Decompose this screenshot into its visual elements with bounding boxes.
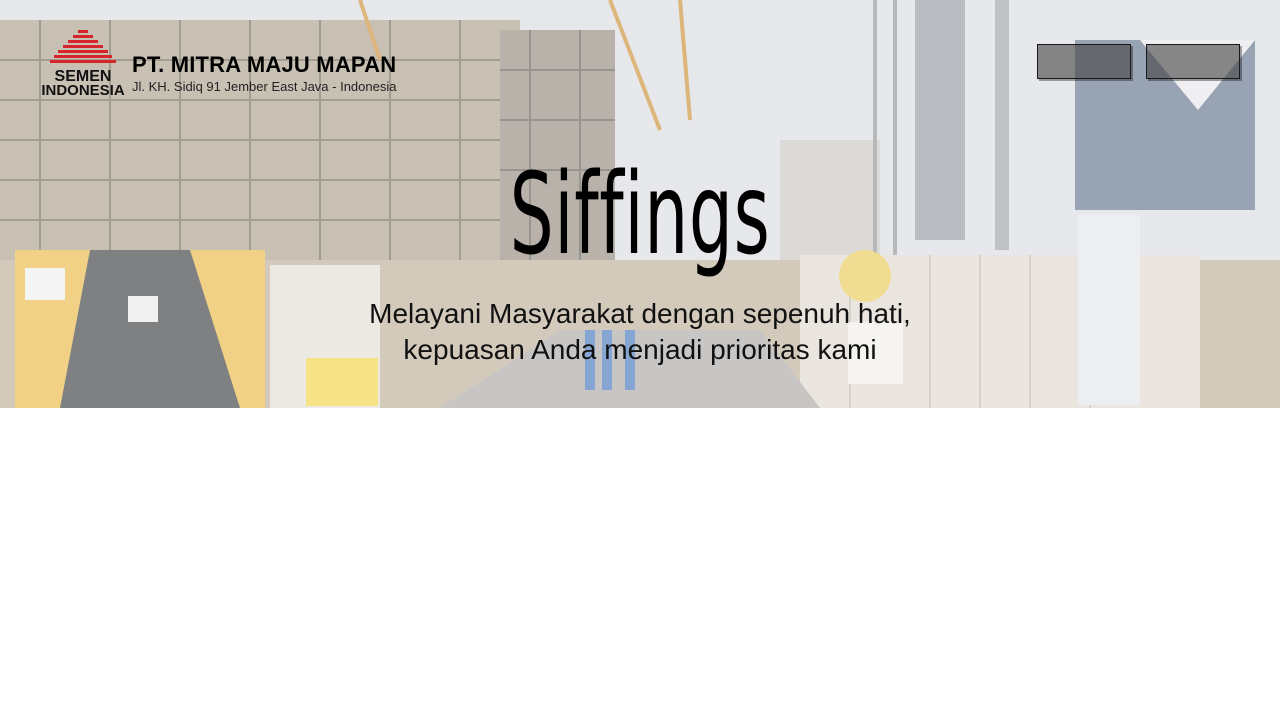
page-body [0, 408, 1280, 720]
nav-button-1[interactable] [1037, 44, 1131, 79]
hero-subtitle-line-2: kepuasan Anda menjadi prioritas kami [403, 334, 877, 365]
hero-banner: SEMEN INDONESIA PT. MITRA MAJU MAPAN Jl.… [0, 0, 1280, 408]
svg-text:INDONESIA: INDONESIA [41, 82, 125, 98]
semen-indonesia-logo: SEMEN INDONESIA [41, 30, 125, 98]
company-address: Jl. KH. Sidiq 91 Jember East Java - Indo… [132, 79, 397, 94]
hero-subtitle-line-1: Melayani Masyarakat dengan sepenuh hati, [369, 298, 911, 329]
company-name: PT. MITRA MAJU MAPAN [132, 52, 397, 77]
hero-subtitle: Melayani Masyarakat dengan sepenuh hati,… [0, 296, 1280, 368]
hero-title: Siffings [509, 150, 771, 280]
nav-button-2[interactable] [1146, 44, 1240, 79]
